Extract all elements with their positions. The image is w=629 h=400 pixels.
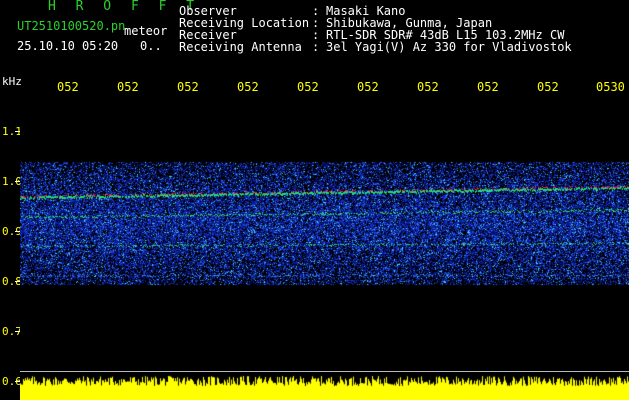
x-tick-label: 052 <box>357 80 379 94</box>
x-tick-label: 052 <box>57 80 79 94</box>
info-colon: : <box>312 40 320 54</box>
info-value-antenna: 3el Yagi(V) Az 330 for Vladivostok <box>326 40 572 54</box>
y-axis-unit: kHz <box>2 75 22 88</box>
x-tick-label: 052 <box>537 80 559 94</box>
datetime: 25.10.10 05:20 <box>17 39 119 53</box>
x-tick-label: 052 <box>177 80 199 94</box>
spectrum-divider <box>20 371 629 372</box>
info-label-antenna: Receiving Antenna <box>179 40 302 54</box>
waterfall-spectrogram <box>20 100 629 370</box>
counter: 0.. <box>140 39 162 53</box>
x-tick-label: 0530 <box>596 80 625 94</box>
x-tick-label: 052 <box>297 80 319 94</box>
file-type-label: meteor <box>124 24 168 38</box>
file-name: UT2510100520.pn <box>17 19 126 33</box>
x-tick-label: 052 <box>477 80 499 94</box>
spectrum-strip <box>20 372 629 400</box>
hroff-title: H R O F F T <box>48 0 201 14</box>
x-tick-label: 052 <box>417 80 439 94</box>
x-tick-label: 052 <box>117 80 139 94</box>
x-tick-label: 052 <box>237 80 259 94</box>
